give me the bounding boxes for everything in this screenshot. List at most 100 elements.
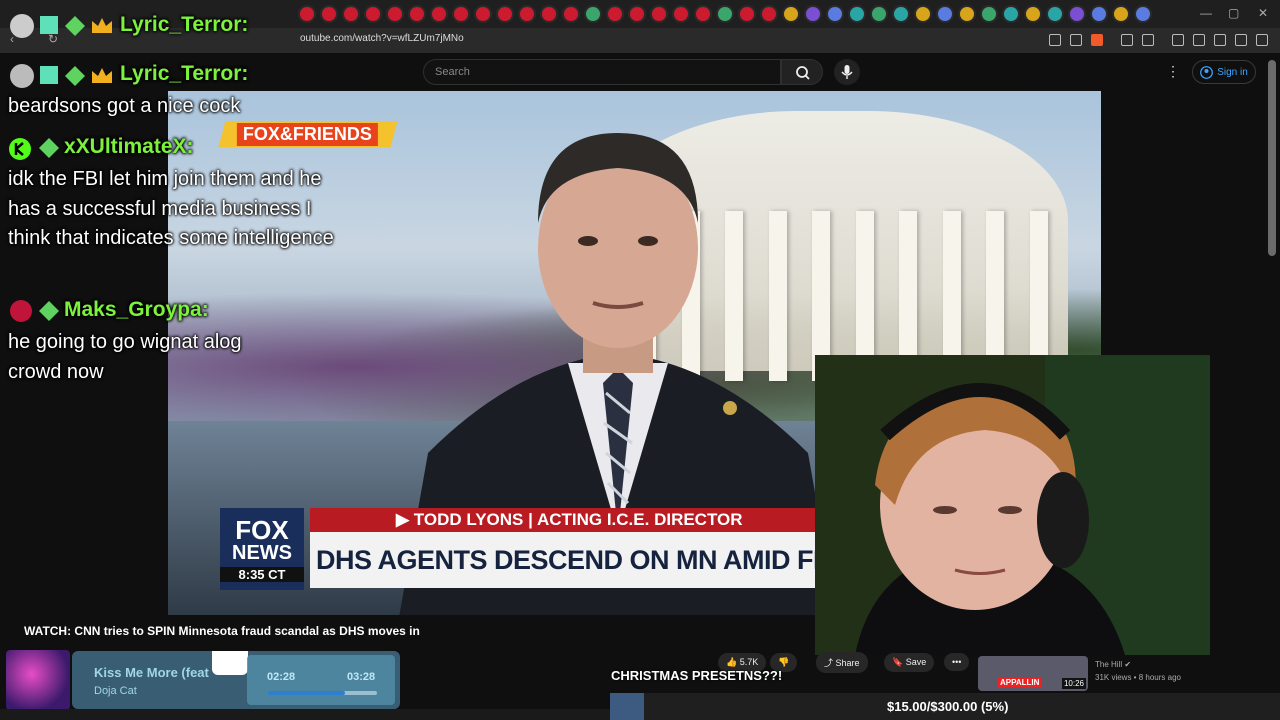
voice-search-button[interactable] xyxy=(834,59,860,85)
browser-tab[interactable] xyxy=(454,7,468,21)
headline-bar: DHS AGENTS DESCEND ON MN AMID FRAUD INVE… xyxy=(310,532,870,588)
now-playing-widget: Kiss Me More (feat Doja Cat 02:28 03:28 xyxy=(6,650,400,710)
diamond-badge-icon xyxy=(39,301,59,321)
save-button[interactable]: 🔖 Save xyxy=(884,652,935,672)
music-icon[interactable] xyxy=(1172,34,1184,46)
song-progress-bar xyxy=(267,691,377,695)
name-bar: ▶ TODD LYONS | ACTING I.C.E. DIRECTOR xyxy=(310,508,870,532)
share-icon[interactable] xyxy=(1070,34,1082,46)
search-input[interactable]: Search xyxy=(423,59,781,85)
recommended-channel-name[interactable]: The Hill ✔ xyxy=(1095,660,1131,669)
recommended-video-meta: 31K views • 8 hours ago xyxy=(1095,673,1181,682)
donation-goal-text: $15.00/$300.00 (5%) xyxy=(887,699,1009,714)
network-logo: FOX NEWS 8:35 CT xyxy=(220,508,304,590)
account-icon xyxy=(1200,65,1214,79)
avatar xyxy=(10,300,32,322)
browser-tab[interactable] xyxy=(982,7,996,21)
browser-tab[interactable] xyxy=(850,7,864,21)
browser-tab[interactable] xyxy=(1136,7,1150,21)
more-options-icon[interactable]: ⋮ xyxy=(1166,63,1180,80)
reader-icon[interactable] xyxy=(1142,34,1154,46)
elapsed-time: 02:28 xyxy=(267,671,296,683)
browser-tab[interactable] xyxy=(476,7,490,21)
kick-badge-icon xyxy=(9,138,31,160)
browser-tab[interactable] xyxy=(432,7,446,21)
back-icon[interactable]: ‹ xyxy=(10,32,14,46)
share-icon: ⤴ xyxy=(824,657,834,668)
total-time: 03:28 xyxy=(347,671,376,683)
streamer-webcam xyxy=(815,355,1210,655)
stream-banner: CHRISTMAS PRESETNS??! xyxy=(611,668,783,683)
menu-icon[interactable] xyxy=(1256,34,1268,46)
sidebar-icon[interactable] xyxy=(1193,34,1205,46)
recommended-video-thumbnail[interactable]: APPALLIN 10:26 xyxy=(978,656,1088,691)
browser-tab[interactable] xyxy=(718,7,732,21)
browser-tab[interactable] xyxy=(784,7,798,21)
browser-tab[interactable] xyxy=(674,7,688,21)
playback-panel: 02:28 03:28 xyxy=(247,655,395,705)
browser-tab[interactable] xyxy=(1048,7,1062,21)
browser-tab[interactable] xyxy=(1114,7,1128,21)
address-bar[interactable]: ‹ ↻ outube.com/watch?v=wfLZUm7jMNo xyxy=(0,28,1280,53)
diamond-badge-icon xyxy=(39,138,59,158)
browser-tab[interactable] xyxy=(410,7,424,21)
reload-icon[interactable]: ↻ xyxy=(48,32,58,46)
browser-tab[interactable] xyxy=(828,7,842,21)
browser-tab[interactable] xyxy=(608,7,622,21)
browser-tab[interactable] xyxy=(1092,7,1106,21)
vpn-icon[interactable] xyxy=(1235,34,1247,46)
extensions-icon[interactable] xyxy=(1121,34,1133,46)
browser-tab[interactable] xyxy=(520,7,534,21)
url-text[interactable]: outube.com/watch?v=wfLZUm7jMNo xyxy=(300,33,464,44)
browser-tab[interactable] xyxy=(388,7,402,21)
browser-tab[interactable] xyxy=(1004,7,1018,21)
browser-tab[interactable] xyxy=(740,7,754,21)
microphone-icon xyxy=(841,65,853,79)
browser-tab[interactable] xyxy=(322,7,336,21)
browser-tab[interactable] xyxy=(498,7,512,21)
browser-tab[interactable] xyxy=(806,7,820,21)
more-horizontal-icon: ••• xyxy=(944,653,970,671)
bookmark-icon: 🔖 xyxy=(892,656,904,667)
wallet-icon[interactable] xyxy=(1214,34,1226,46)
like-count: 5.7K xyxy=(739,656,759,667)
donation-goal-fill xyxy=(610,693,644,720)
browser-tab[interactable] xyxy=(762,7,776,21)
taskbar xyxy=(0,709,610,720)
browser-tab[interactable] xyxy=(916,7,930,21)
video-duration: 10:26 xyxy=(1061,678,1086,689)
broadcast-clock: 8:35 CT xyxy=(220,566,304,582)
browser-tab[interactable] xyxy=(366,7,380,21)
sign-in-button[interactable]: Sign in xyxy=(1192,60,1256,84)
browser-tab[interactable] xyxy=(652,7,666,21)
share-button[interactable]: ⤴ Share xyxy=(816,651,868,673)
more-actions-button[interactable]: ••• xyxy=(944,652,970,672)
browser-tab[interactable] xyxy=(1070,7,1084,21)
browser-tab[interactable] xyxy=(344,7,358,21)
search-placeholder: Search xyxy=(435,66,470,78)
browser-tabs xyxy=(300,7,1150,21)
browser-tab[interactable] xyxy=(542,7,556,21)
browser-tab[interactable] xyxy=(696,7,710,21)
screenshot-icon[interactable] xyxy=(1049,34,1061,46)
browser-tab[interactable] xyxy=(894,7,908,21)
show-logo: FOX&FRIENDS xyxy=(218,121,398,147)
youtube-header: Search ⋮ Sign in xyxy=(0,53,1280,91)
donation-goal-bar: $15.00/$300.00 (5%) xyxy=(610,693,1280,720)
browser-tab[interactable] xyxy=(872,7,886,21)
browser-tab[interactable] xyxy=(586,7,600,21)
close-icon[interactable]: ✕ xyxy=(1258,6,1268,20)
minimize-icon[interactable]: — xyxy=(1200,6,1212,20)
verified-icon: ✔ xyxy=(1124,660,1132,669)
browser-tab[interactable] xyxy=(938,7,952,21)
browser-tab[interactable] xyxy=(1026,7,1040,21)
browser-tab[interactable] xyxy=(300,7,314,21)
page-scrollbar[interactable] xyxy=(1268,60,1276,256)
song-artist: Doja Cat xyxy=(94,685,137,697)
search-button[interactable] xyxy=(781,59,823,85)
brave-shield-icon[interactable] xyxy=(1091,34,1103,46)
browser-tab[interactable] xyxy=(630,7,644,21)
browser-tab[interactable] xyxy=(564,7,578,21)
browser-tab[interactable] xyxy=(960,7,974,21)
maximize-icon[interactable]: ▢ xyxy=(1228,6,1239,20)
